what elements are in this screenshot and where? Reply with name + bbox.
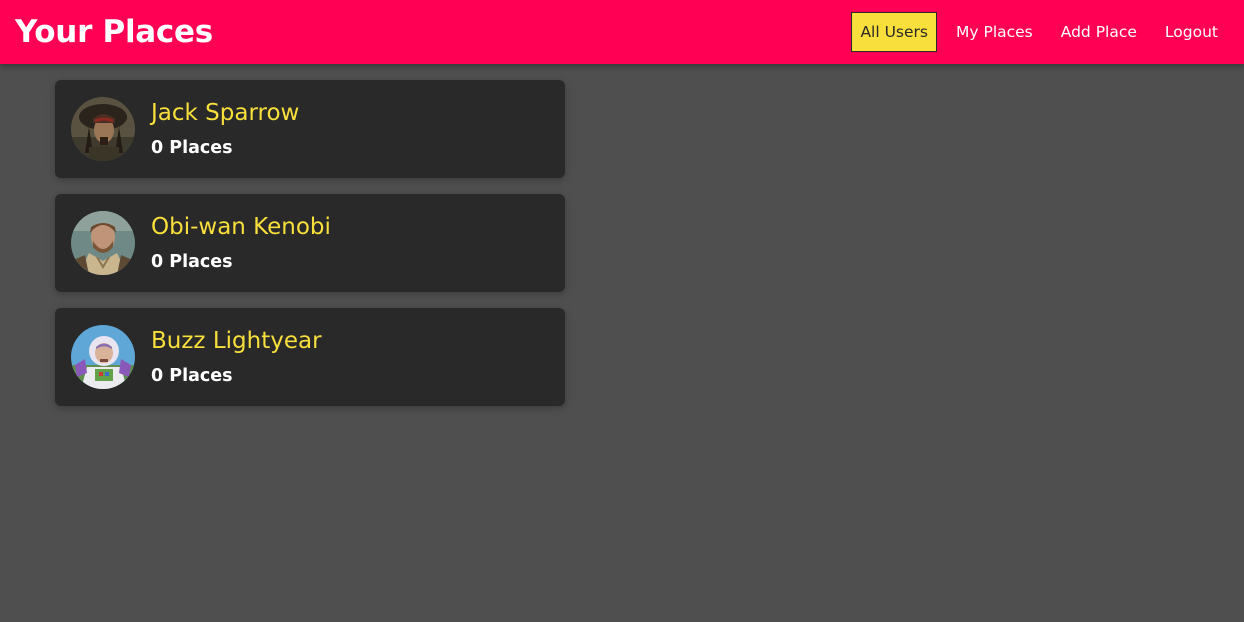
nav-link-all-users[interactable]: All Users	[851, 12, 937, 52]
logout-button[interactable]: Logout	[1156, 12, 1227, 52]
user-place-count: 0 Places	[151, 138, 233, 158]
nav-link-my-places[interactable]: My Places	[947, 12, 1042, 52]
user-name: Buzz Lightyear	[151, 328, 322, 354]
obi-wan-kenobi-avatar	[71, 211, 135, 275]
nav-link-add-place[interactable]: Add Place	[1052, 12, 1146, 52]
site-title-link[interactable]: Your Places	[15, 12, 213, 52]
user-card-obi-wan-kenobi[interactable]: Obi-wan Kenobi 0 Places	[55, 194, 565, 292]
user-name: Obi-wan Kenobi	[151, 214, 331, 240]
buzz-lightyear-avatar	[71, 325, 135, 389]
main-nav: All Users My Places Add Place Logout	[841, 12, 1227, 52]
jack-sparrow-avatar	[71, 97, 135, 161]
user-place-count: 0 Places	[151, 366, 233, 386]
main-header: Your Places All Users My Places Add Plac…	[0, 0, 1244, 64]
user-name: Jack Sparrow	[151, 100, 300, 126]
user-card-buzz-lightyear[interactable]: Buzz Lightyear 0 Places	[55, 308, 565, 406]
user-place-count: 0 Places	[151, 252, 233, 272]
user-card-jack-sparrow[interactable]: Jack Sparrow 0 Places	[55, 80, 565, 178]
users-list: Jack Sparrow 0 Places Obi-wan Kenobi 0 P…	[55, 80, 565, 422]
